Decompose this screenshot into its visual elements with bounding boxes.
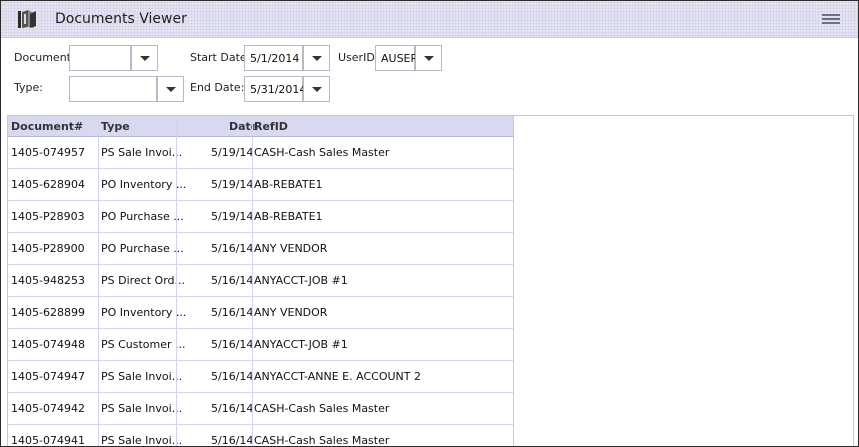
end-date-field[interactable]: 5/31/2014 — [244, 76, 307, 102]
table-row[interactable]: 1405-P28900 PO Purchase ... 5/16/14 ANY … — [8, 232, 513, 265]
cell-document: 1405-P28900 — [11, 242, 85, 255]
userid-label: UserID: — [338, 51, 379, 64]
end-date-value: 5/31/2014 — [250, 83, 307, 96]
cell-refid: ANY VENDOR — [254, 306, 328, 319]
cell-document: 1405-074942 — [11, 402, 85, 415]
start-date-dropdown-button[interactable] — [303, 45, 330, 71]
chevron-down-icon — [312, 87, 322, 92]
hamburger-menu-icon[interactable] — [822, 14, 840, 26]
chevron-down-icon — [140, 56, 150, 61]
end-date-label: End Date: — [190, 81, 245, 94]
cell-type: PS Sale Invoi... — [101, 434, 183, 447]
column-divider — [252, 116, 253, 446]
start-date-value: 5/1/2014 — [250, 52, 300, 65]
cell-document: 1405-074941 — [11, 434, 85, 447]
table-row[interactable]: 1405-074957 PS Sale Invoi... 5/19/14 CAS… — [8, 136, 513, 169]
cell-date: 5/16/14 — [211, 370, 254, 383]
documents-viewer-window: Documents Viewer Document: Type: Start D… — [0, 0, 859, 447]
cell-document: 1405-948253 — [11, 274, 85, 287]
cell-type: PS Direct Ord... — [101, 274, 186, 287]
cell-refid: ANY VENDOR — [254, 242, 328, 255]
start-date-label: Start Date: — [190, 51, 251, 64]
cell-refid: AB-REBATE1 — [254, 178, 323, 191]
type-field[interactable] — [69, 76, 157, 102]
end-date-dropdown-button[interactable] — [303, 76, 330, 102]
table-row[interactable]: 1405-628904 PO Inventory ... 5/19/14 AB-… — [8, 168, 513, 201]
cell-date: 5/19/14 — [211, 178, 254, 191]
app-title: Documents Viewer — [55, 11, 187, 27]
table-row[interactable]: 1405-074942 PS Sale Invoi... 5/16/14 CAS… — [8, 392, 513, 425]
document-field[interactable] — [69, 45, 131, 71]
cell-type: PO Purchase ... — [101, 210, 184, 223]
document-dropdown-button[interactable] — [131, 45, 158, 71]
cell-document: 1405-074947 — [11, 370, 85, 383]
chevron-down-icon — [312, 56, 322, 61]
cell-date: 5/16/14 — [211, 338, 254, 351]
cell-type: PO Inventory ... — [101, 306, 187, 319]
document-label: Document: — [14, 51, 75, 64]
table-row[interactable]: 1405-948253 PS Direct Ord... 5/16/14 ANY… — [8, 264, 513, 297]
cell-document: 1405-074948 — [11, 338, 85, 351]
header-refid[interactable]: RefID — [254, 120, 288, 133]
userid-field[interactable]: AUSER — [375, 45, 419, 71]
cell-type: PS Sale Invoi... — [101, 402, 183, 415]
cell-date: 5/19/14 — [211, 210, 254, 223]
userid-dropdown-button[interactable] — [415, 45, 442, 71]
column-divider — [98, 116, 99, 446]
book-logo-icon — [18, 10, 36, 28]
cell-refid: ANYACCT-JOB #1 — [254, 338, 348, 351]
cell-document: 1405-P28903 — [11, 210, 85, 223]
column-divider — [176, 116, 177, 446]
table-row[interactable]: 1405-074947 PS Sale Invoi... 5/16/14 ANY… — [8, 360, 513, 393]
cell-refid: CASH-Cash Sales Master — [254, 434, 390, 447]
cell-refid: AB-REBATE1 — [254, 210, 323, 223]
header-document[interactable]: Document# — [11, 120, 83, 133]
cell-refid: CASH-Cash Sales Master — [254, 402, 390, 415]
documents-grid: Document# Type Date RefID 1405-074957 PS… — [7, 115, 854, 447]
header-type[interactable]: Type — [101, 120, 130, 133]
cell-refid: ANYACCT-ANNE E. ACCOUNT 2 — [254, 370, 421, 383]
cell-document: 1405-628899 — [11, 306, 85, 319]
table-row[interactable]: 1405-P28903 PO Purchase ... 5/19/14 AB-R… — [8, 200, 513, 233]
cell-type: PO Purchase ... — [101, 242, 184, 255]
cell-document: 1405-074957 — [11, 146, 85, 159]
start-date-field[interactable]: 5/1/2014 — [244, 45, 303, 71]
cell-type: PO Inventory ... — [101, 178, 187, 191]
cell-date: 5/16/14 — [211, 306, 254, 319]
cell-date: 5/16/14 — [211, 434, 254, 447]
cell-document: 1405-628904 — [11, 178, 85, 191]
cell-refid: ANYACCT-JOB #1 — [254, 274, 348, 287]
table-row[interactable]: 1405-074948 PS Customer ... 5/16/14 ANYA… — [8, 328, 513, 361]
cell-refid: CASH-Cash Sales Master — [254, 146, 390, 159]
cell-date: 5/16/14 — [211, 274, 254, 287]
type-dropdown-button[interactable] — [157, 76, 184, 102]
cell-date: 5/16/14 — [211, 242, 254, 255]
cell-date: 5/19/14 — [211, 146, 254, 159]
type-label: Type: — [14, 81, 43, 94]
table-row[interactable]: 1405-074941 PS Sale Invoi... 5/16/14 CAS… — [8, 424, 513, 447]
cell-date: 5/16/14 — [211, 402, 254, 415]
userid-value: AUSER — [381, 52, 419, 65]
chevron-down-icon — [166, 87, 176, 92]
cell-type: PS Sale Invoi... — [101, 370, 183, 383]
cell-type: PS Sale Invoi... — [101, 146, 183, 159]
grid-header: Document# Type Date RefID — [8, 116, 513, 137]
table-row[interactable]: 1405-628899 PO Inventory ... 5/16/14 ANY… — [8, 296, 513, 329]
title-bar: Documents Viewer — [1, 1, 858, 38]
cell-type: PS Customer ... — [101, 338, 186, 351]
detail-pane — [513, 116, 853, 446]
chevron-down-icon — [424, 56, 434, 61]
